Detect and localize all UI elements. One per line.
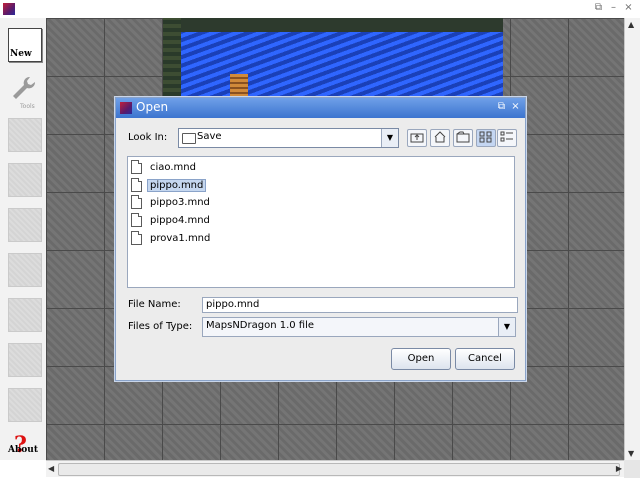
cancel-button[interactable]: Cancel [455,348,515,370]
tile-tool-1[interactable] [8,118,42,152]
file-name: pippo4.mnd [150,214,210,226]
file-icon [131,195,142,209]
list-item[interactable]: ciao.mnd [131,159,199,175]
tile-tool-2[interactable] [8,163,42,197]
files-of-type-value: MapsNDragon 1.0 file [206,320,315,331]
dialog-title: Open [136,100,169,114]
list-item[interactable]: pippo3.mnd [131,194,213,210]
vertical-scrollbar[interactable]: ▲ ▼ [624,18,640,460]
file-name: pippo.mnd [147,178,207,192]
folder-icon [182,133,196,144]
new-folder-icon [456,131,470,143]
close-button[interactable]: × [623,2,634,13]
new-button[interactable]: New [8,28,42,62]
bridge-tile [230,74,248,98]
chevron-down-icon[interactable]: ▼ [498,318,515,336]
file-name: ciao.mnd [150,161,196,173]
files-of-type-label: Files of Type: [128,321,193,332]
scroll-right-icon[interactable]: ▶ [616,464,622,473]
details-view-icon [500,131,513,142]
wrench-icon [13,76,36,99]
up-folder-icon [410,133,424,143]
list-item[interactable]: prova1.mnd [131,230,213,246]
file-list[interactable]: ciao.mnd pippo.mnd pippo3.mnd pippo4.mnd… [127,156,515,288]
home-icon [434,131,446,143]
scroll-up-icon[interactable]: ▲ [628,20,634,29]
new-folder-button[interactable] [453,129,473,147]
tile-tool-4[interactable] [8,253,42,287]
file-name: pippo3.mnd [150,196,210,208]
left-toolbar: New Tools ? About [0,18,47,460]
about-button[interactable]: ? About [6,432,42,460]
dialog-app-icon [120,102,132,114]
maximize-button[interactable]: ⧉ [593,2,604,13]
scroll-down-icon[interactable]: ▼ [628,449,634,458]
files-of-type-combo[interactable]: MapsNDragon 1.0 file ▼ [202,317,516,337]
list-view-icon [479,131,492,143]
horizontal-scrollbar[interactable]: ◀ ▶ [46,460,624,477]
list-item[interactable]: pippo4.mnd [131,212,213,228]
scroll-thumb[interactable] [58,463,620,476]
dialog-titlebar[interactable]: Open ⧉ × [116,98,525,118]
look-in-label: Look In: [128,132,168,143]
look-in-value: Save [197,131,222,142]
tools-button[interactable]: Tools [8,74,40,110]
list-view-button[interactable] [476,129,496,147]
dialog-maximize-button[interactable]: ⧉ [496,101,507,113]
file-name-field[interactable]: pippo.mnd [202,297,518,313]
scroll-left-icon[interactable]: ◀ [48,464,54,473]
new-label: New [10,49,32,59]
window-titlebar: ⧉ – × [0,0,640,19]
app-icon [3,3,15,15]
file-name-label: File Name: [128,299,181,310]
chevron-down-icon[interactable]: ▼ [381,129,398,147]
file-icon [131,160,142,174]
details-view-button[interactable] [497,129,517,147]
dialog-close-button[interactable]: × [510,101,521,113]
tile-tool-7[interactable] [8,388,42,422]
about-label: About [8,445,38,455]
tile-tool-6[interactable] [8,343,42,377]
file-icon [131,213,142,227]
file-icon [131,178,142,192]
tile-tool-3[interactable] [8,208,42,242]
look-in-combo[interactable]: Save ▼ [178,128,399,148]
file-icon [131,231,142,245]
up-folder-button[interactable] [407,129,427,147]
tile-tool-5[interactable] [8,298,42,332]
home-button[interactable] [430,129,450,147]
list-item[interactable]: pippo.mnd [131,177,207,193]
file-name: prova1.mnd [150,232,211,244]
minimize-button[interactable]: – [608,2,619,13]
tools-label: Tools [20,103,35,110]
open-button[interactable]: Open [391,348,451,370]
open-dialog: Open ⧉ × Look In: Save ▼ ciao.mnd pippo.… [115,97,526,381]
scroll-corner [624,460,640,478]
